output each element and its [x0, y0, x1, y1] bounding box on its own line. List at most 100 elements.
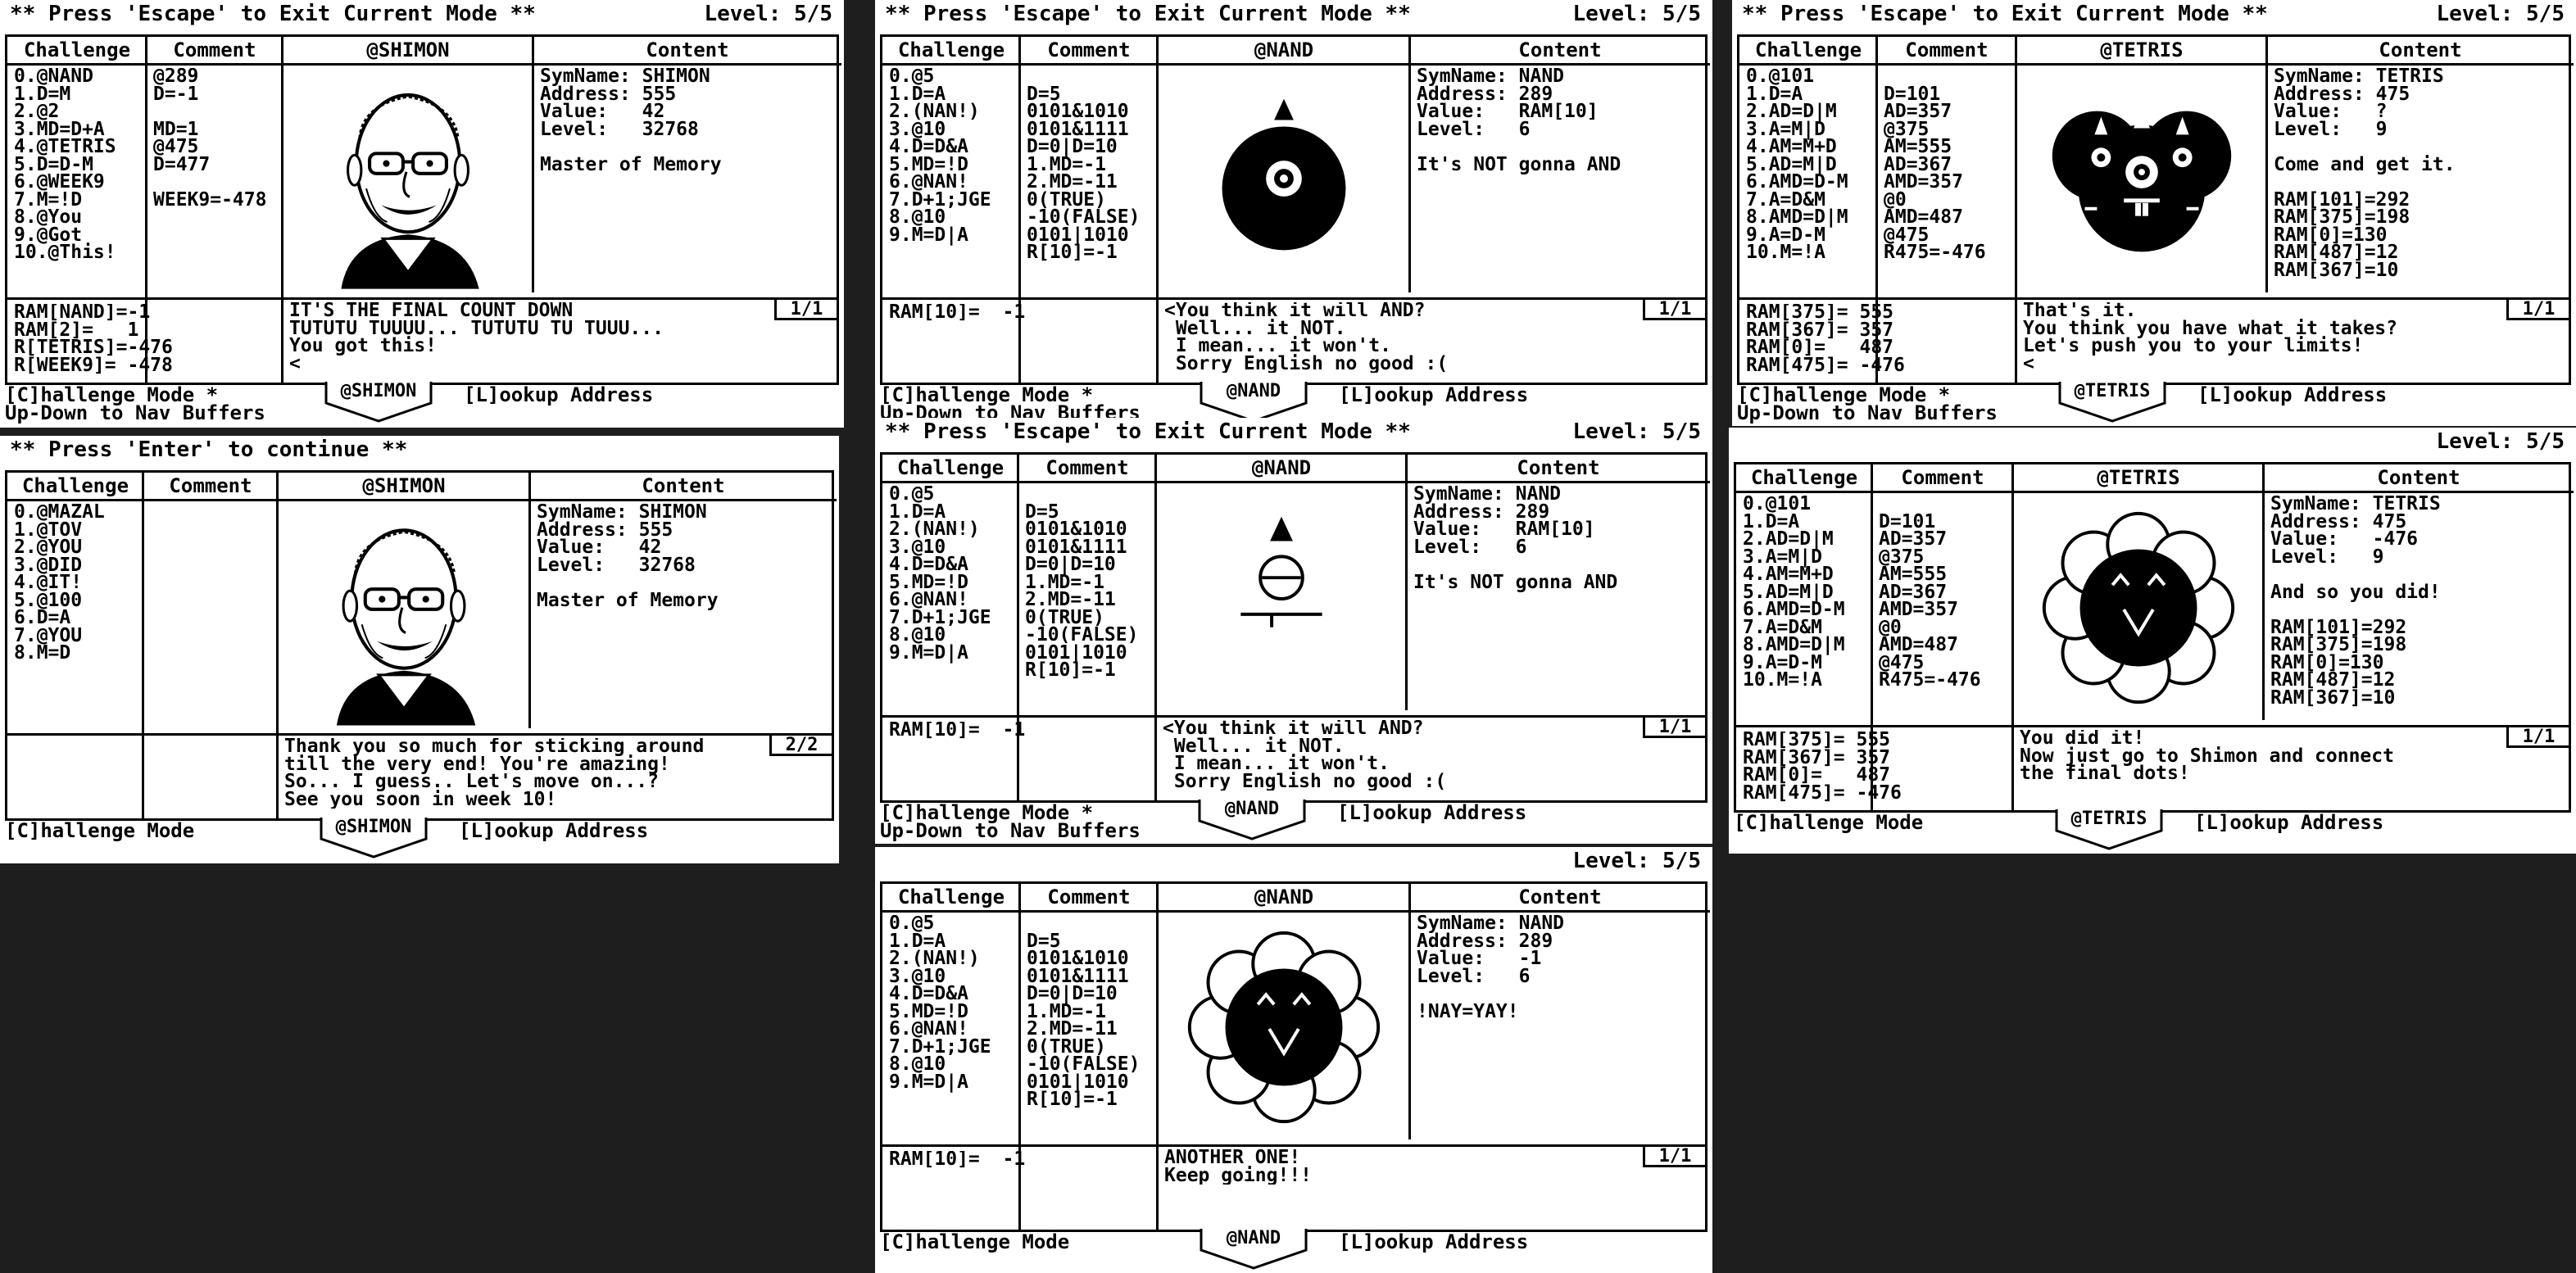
challenge-code[interactable]: 0.@NAND 1.D=M 2.@2 3.MD=D+A 4.@TETRIS 5.…: [14, 68, 145, 289]
comment-column: Comment: [143, 473, 278, 818]
ram-buffer[interactable]: RAM[375]= 555 RAM[367]= 357 RAM[0]= 487 …: [1743, 732, 2007, 802]
challenge-code[interactable]: 0.@5 1.D=A 2.(NAN!) 3.@10 4.D=D&A 5.MD=!…: [889, 486, 1017, 707]
level-indicator: Level: 5/5: [2436, 2, 2565, 26]
content-text: SymName: NAND Address: 289 Value: -1 Lev…: [1417, 915, 1565, 1022]
ram-buffer[interactable]: RAM[10]= -1: [889, 1151, 1151, 1169]
challenge-header: Challenge: [7, 473, 143, 501]
dialog-text: That's it. You think you have what it ta…: [2023, 302, 2397, 373]
level-indicator: Level: 5/5: [1572, 849, 1701, 873]
main-frame: Challenge 0.@5 1.D=A 2.(NAN!) 3.@10 4.D=…: [880, 452, 1710, 803]
symbol-tab[interactable]: @NAND: [1201, 1229, 1306, 1250]
top-message: ** Press 'Escape' to Exit Current Mode *…: [1742, 2, 2268, 26]
level-indicator: Level: 5/5: [2436, 429, 2565, 454]
comment-header: Comment: [1018, 455, 1156, 483]
challenge-mode-button[interactable]: [C]hallenge Mode: [1734, 811, 1923, 834]
character-art: [2013, 494, 2264, 725]
comment-header: Comment: [1872, 464, 2013, 493]
comment-header: Comment: [1020, 884, 1158, 913]
game-screen-6: Level: 5/5 Challenge 0.@101 1.D=A 2.AD=D…: [1729, 428, 2576, 854]
divider: [7, 297, 837, 300]
shimon-portrait-icon: [336, 528, 476, 726]
game-screen-2: ** Press 'Escape' to Exit Current Mode *…: [875, 0, 1712, 426]
challenge-header: Challenge: [1736, 464, 1872, 493]
content-header: Content: [530, 473, 837, 501]
divider: [882, 1144, 1705, 1147]
divider: [276, 473, 279, 818]
symbol-header: @NAND: [1158, 884, 1410, 913]
comment-column: Comment D=5 0101&1010 0101&1111 D=0|D=10…: [1020, 37, 1158, 383]
nav-hint: Up-Down to Nav Buffers: [1737, 401, 1998, 424]
main-frame: Challenge 0.@MAZAL 1.@TOV 2.@YOU 3.@DID …: [5, 470, 837, 821]
top-bar: ** Press 'Enter' to continue **: [0, 436, 839, 467]
content-header: Content: [533, 37, 841, 66]
challenge-code[interactable]: 0.@101 1.D=A 2.AD=D|M 3.A=M|D 4.AM=M+D 5…: [1743, 496, 1871, 717]
game-screen-1: ** Press 'Escape' to Exit Current Mode *…: [0, 0, 844, 428]
shimon-portrait-icon: [341, 93, 479, 289]
symbol-tab[interactable]: @TETRIS: [2060, 382, 2165, 403]
comment-text: @289 D=-1 MD=1 @475 D=477 WEEK9=-478: [153, 68, 267, 211]
symbol-tab[interactable]: @SHIMON: [326, 382, 431, 403]
ram-buffer[interactable]: RAM[375]= 555 RAM[367]= 357 RAM[0]= 487 …: [1746, 304, 2010, 374]
comment-column: Comment D=5 0101&1010 0101&1111 D=0|D=10…: [1018, 455, 1156, 800]
symbol-tab[interactable]: @NAND: [1201, 382, 1306, 403]
symbol-tab[interactable]: @NAND: [1200, 800, 1304, 821]
nand-creature-icon: [1222, 98, 1346, 251]
symbol-tab[interactable]: @SHIMON: [321, 818, 426, 839]
top-message: ** Press 'Escape' to Exit Current Mode *…: [885, 419, 1411, 444]
challenge-mode-button[interactable]: [C]hallenge Mode: [880, 1230, 1069, 1253]
challenge-column: Challenge 0.@5 1.D=A 2.(NAN!) 3.@10 4.D=…: [882, 455, 1018, 800]
symbol-header: @NAND: [1156, 455, 1407, 483]
ram-buffer[interactable]: RAM[10]= -1: [889, 304, 1151, 322]
level-indicator: Level: 5/5: [1572, 2, 1701, 26]
challenge-code[interactable]: 0.@MAZAL 1.@TOV 2.@YOU 3.@DID 4.@IT! 5.@…: [14, 504, 142, 725]
divider: [1408, 37, 1411, 292]
lookup-address-button[interactable]: [L]ookup Address: [1337, 801, 1526, 824]
divider: [2265, 37, 2268, 292]
main-frame: Challenge 0.@101 1.D=A 2.AD=D|M 3.A=M|D …: [1734, 462, 2574, 813]
lookup-address-button[interactable]: [L]ookup Address: [459, 819, 648, 842]
character-art: [278, 502, 530, 733]
lookup-address-button[interactable]: [L]ookup Address: [464, 383, 653, 406]
game-screen-4: ** Press 'Enter' to continue ** Challeng…: [0, 436, 839, 863]
challenge-header: Challenge: [882, 455, 1018, 483]
top-message: ** Press 'Escape' to Exit Current Mode *…: [10, 2, 536, 26]
dialog-page-indicator: 1/1: [774, 297, 837, 320]
comment-text: D=5 0101&1010 0101&1111 D=0|D=10 1.MD=-1…: [1025, 501, 1139, 681]
nand-stick-figure-icon: [1240, 516, 1322, 627]
challenge-mode-button[interactable]: [C]hallenge Mode: [5, 819, 194, 842]
character-art: [1158, 913, 1410, 1144]
comment-text: D=5 0101&1010 0101&1111 D=0|D=10 1.MD=-1…: [1027, 83, 1141, 263]
challenge-code[interactable]: 0.@5 1.D=A 2.(NAN!) 3.@10 4.D=D&A 5.MD=!…: [889, 68, 1018, 289]
challenge-column: Challenge 0.@5 1.D=A 2.(NAN!) 3.@10 4.D=…: [882, 37, 1020, 383]
ram-buffer[interactable]: RAM[10]= -1: [889, 722, 1150, 740]
lookup-address-button[interactable]: [L]ookup Address: [1339, 1230, 1528, 1253]
character-art: [1158, 66, 1410, 297]
character-art: [1156, 484, 1407, 715]
flower-creature-icon: [2042, 511, 2235, 704]
divider: [2015, 37, 2017, 383]
content-text: SymName: TETRIS Address: 475 Value: ? Le…: [2274, 68, 2456, 281]
lookup-address-button[interactable]: [L]ookup Address: [1339, 383, 1528, 406]
content-text: SymName: SHIMON Address: 555 Value: 42 L…: [540, 68, 722, 175]
challenge-code[interactable]: 0.@5 1.D=A 2.(NAN!) 3.@10 4.D=D&A 5.MD=!…: [889, 915, 1018, 1136]
dialog-text: IT'S THE FINAL COUNT DOWN TUTUTU TUUUU..…: [289, 302, 664, 373]
level-indicator: Level: 5/5: [1572, 419, 1701, 444]
top-bar: Level: 5/5: [1729, 428, 2576, 459]
symbol-header: @TETRIS: [2013, 464, 2264, 493]
content-header: Content: [2267, 37, 2574, 66]
divider: [142, 473, 144, 818]
symbol-header: @SHIMON: [278, 473, 530, 501]
symbol-tab[interactable]: @TETRIS: [2057, 809, 2161, 831]
divider: [1736, 725, 2569, 727]
lookup-address-button[interactable]: [L]ookup Address: [2197, 383, 2387, 406]
divider: [1739, 297, 2569, 300]
challenge-column: Challenge 0.@5 1.D=A 2.(NAN!) 3.@10 4.D=…: [882, 884, 1020, 1230]
ram-buffer[interactable]: RAM[NAND]=-1 RAM[2]= 1 R[TETRIS]=-476 R[…: [14, 304, 276, 374]
symbol-header: @TETRIS: [2016, 37, 2267, 66]
divider: [1408, 884, 1411, 1139]
bottom-bar: [C]hallenge Mode * Up-Down to Nav Buffer…: [1732, 382, 2576, 426]
top-bar: ** Press 'Escape' to Exit Current Mode *…: [875, 0, 1712, 31]
lookup-address-button[interactable]: [L]ookup Address: [2194, 811, 2383, 834]
dialog-text: <You think it will AND? Well... it NOT. …: [1164, 302, 1449, 373]
challenge-code[interactable]: 0.@101 1.D=A 2.AD=D|M 3.A=M|D 4.AM=M+D 5…: [1746, 68, 1875, 289]
